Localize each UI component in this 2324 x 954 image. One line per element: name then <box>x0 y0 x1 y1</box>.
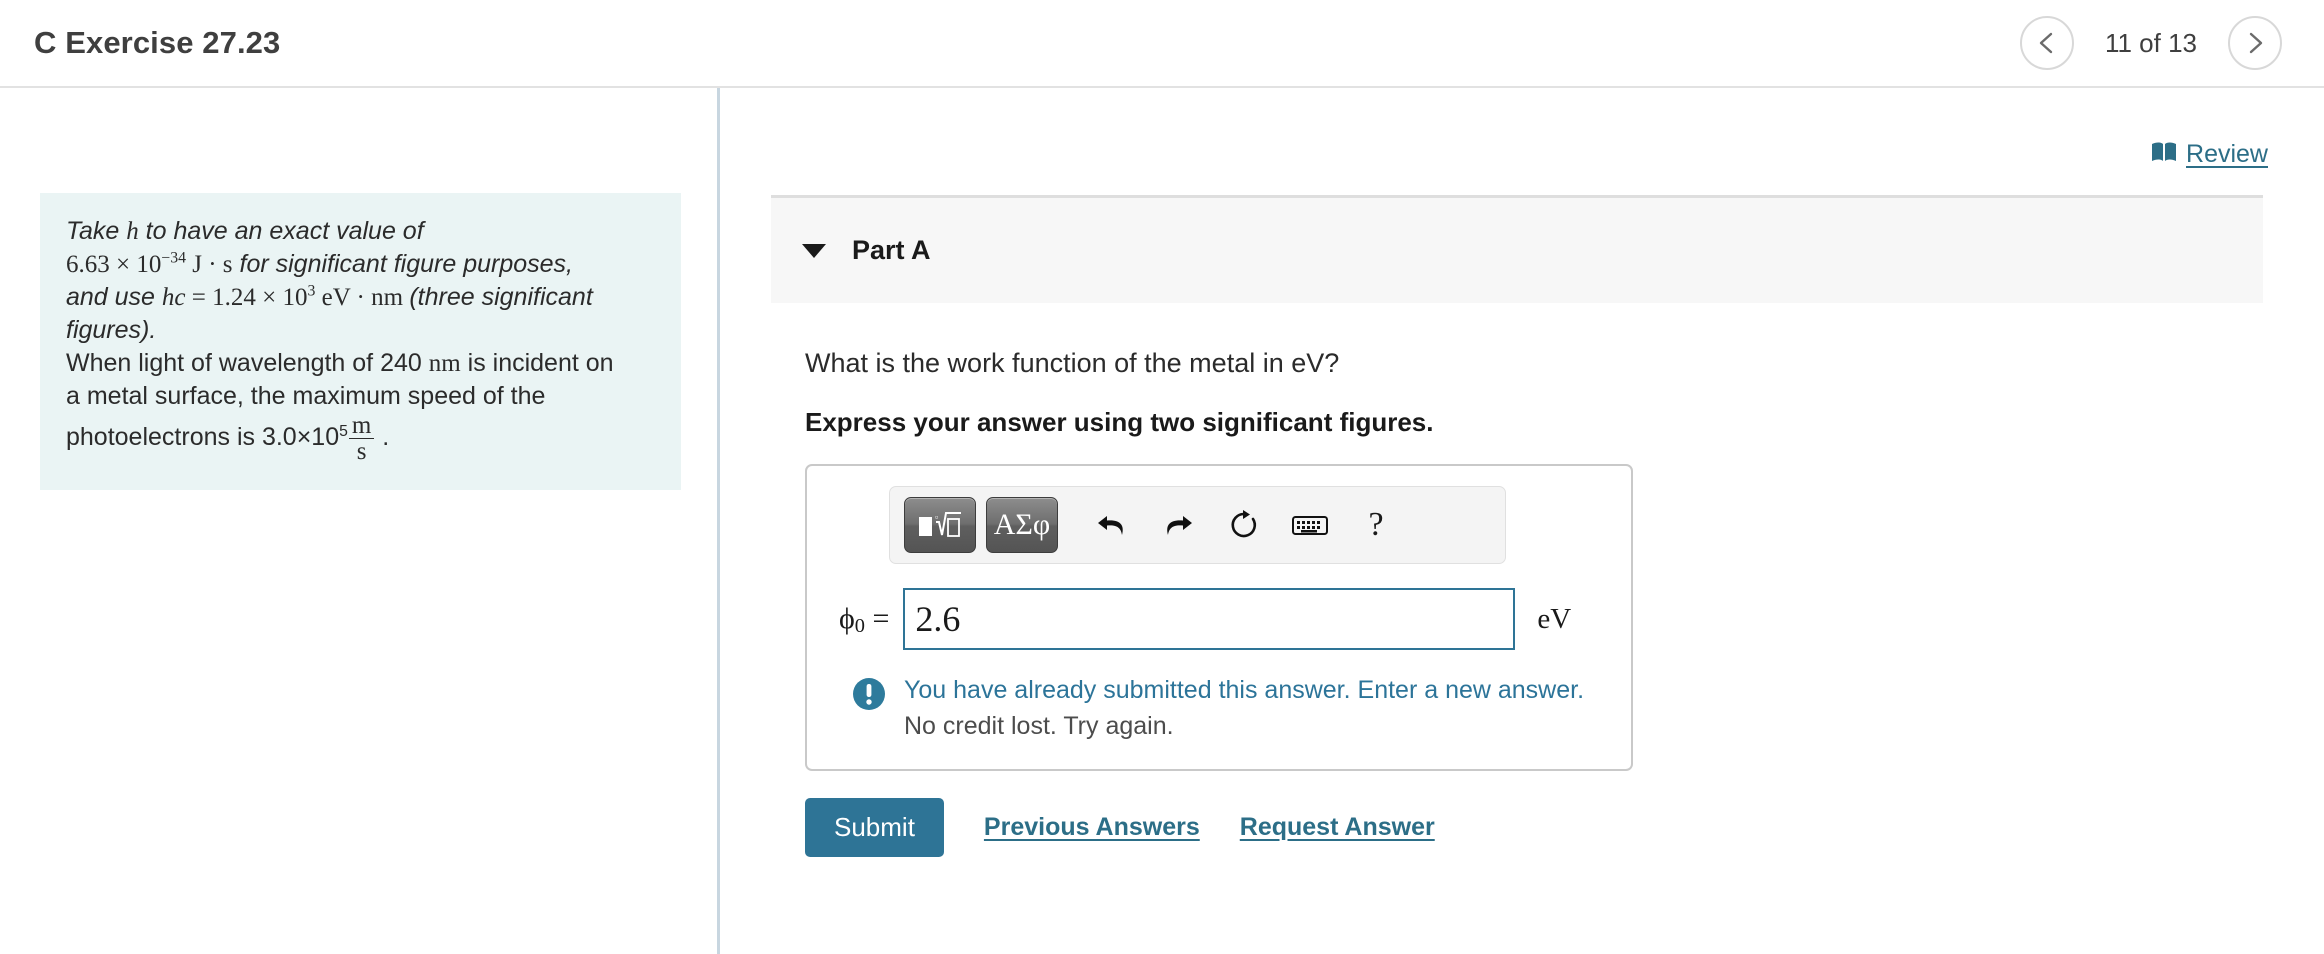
redo-arrow-icon[interactable] <box>1150 497 1206 553</box>
review-row: Review <box>720 88 2324 169</box>
problem-pane: Take h to have an exact value of 6.63 × … <box>0 88 720 954</box>
request-answer-link[interactable]: Request Answer <box>1240 813 1435 842</box>
pagination-count: 11 of 13 <box>2104 27 2198 58</box>
feedback-text-group: You have already submitted this answer. … <box>904 674 1584 743</box>
keyboard-icon[interactable] <box>1282 497 1338 553</box>
undo-arrow-icon[interactable] <box>1084 497 1140 553</box>
problem-statement: Take h to have an exact value of 6.63 × … <box>40 193 681 490</box>
svg-text:▫: ▫ <box>935 512 938 522</box>
answer-variable-label: ϕ0 = <box>839 602 890 638</box>
action-row: Submit Previous Answers Request Answer <box>805 798 2324 858</box>
problem-body-nm: nm <box>428 350 461 377</box>
problem-symbol-hc: hc <box>161 284 186 311</box>
problem-hc-units: eV · nm <box>315 284 410 311</box>
reset-circle-icon[interactable] <box>1216 497 1272 553</box>
answer-widget: ▫ ΑΣφ ? ϕ0 = 2.6 eV You have already sub… <box>805 464 1633 772</box>
exclamation-circle-icon <box>851 676 887 717</box>
problem-body-line3: photoelectrons is 3.0×10 <box>66 423 340 452</box>
help-button[interactable]: ? <box>1348 497 1404 553</box>
content-area: Take h to have an exact value of 6.63 × … <box>0 88 2324 954</box>
problem-units-numerator: m <box>351 412 372 439</box>
problem-text-phrase1: for significant figure purposes, <box>232 250 574 278</box>
answer-input[interactable]: 2.6 <box>903 588 1516 651</box>
math-template-icon[interactable]: ▫ <box>904 497 976 554</box>
instruction-text: Express your answer using two significan… <box>805 407 1434 438</box>
review-label: Review <box>2186 140 2268 168</box>
answer-feedback: You have already submitted this answer. … <box>829 674 1609 743</box>
problem-body-end: . <box>375 423 390 452</box>
submit-button[interactable]: Submit <box>805 798 944 858</box>
problem-text-intro-a: Take <box>66 217 127 245</box>
previous-answers-link[interactable]: Previous Answers <box>984 813 1200 842</box>
problem-symbol-hbar: h <box>126 218 139 245</box>
problem-h-units: J · s <box>186 251 233 278</box>
feedback-secondary-text: No credit lost. Try again. <box>904 711 1174 740</box>
problem-body-units: ms <box>348 412 375 464</box>
chevron-left-icon <box>2036 30 2058 56</box>
problem-body-line2: a metal surface, the maximum speed of th… <box>66 382 546 410</box>
next-exercise-button[interactable] <box>2228 16 2282 70</box>
part-a-label: Part A <box>852 235 931 265</box>
problem-h-exponent: −34 <box>161 249 186 267</box>
caret-down-icon[interactable] <box>802 243 826 258</box>
answer-input-row: ϕ0 = 2.6 eV <box>829 588 1609 651</box>
math-toolbar: ▫ ΑΣφ ? <box>889 486 1506 565</box>
previous-exercise-button[interactable] <box>2020 16 2074 70</box>
app-header: C Exercise 27.23 11 of 13 <box>0 0 2324 88</box>
problem-text-phrase2: and use <box>66 283 162 311</box>
part-a-header[interactable]: Part A <box>771 195 2263 303</box>
problem-h-value: 6.63 × 10 <box>66 251 162 278</box>
pagination-nav: 11 of 13 <box>2020 16 2294 70</box>
problem-body-line1b: is incident on <box>460 349 614 377</box>
greek-symbols-button[interactable]: ΑΣφ <box>986 497 1058 554</box>
variable-symbol: ϕ <box>839 602 855 636</box>
answer-unit-label: eV <box>1537 602 1572 635</box>
problem-text-intro-b: to have an exact value of <box>138 217 424 245</box>
book-icon <box>2151 140 2177 169</box>
problem-hc-value: = 1.24 × 10 <box>185 284 308 311</box>
problem-body-line1: When light of wavelength of 240 <box>66 349 429 377</box>
variable-subscript: 0 <box>854 615 865 638</box>
review-link[interactable]: Review <box>2151 140 2268 169</box>
answer-pane: Review Part A What is the work function … <box>720 88 2324 954</box>
page-title: C Exercise 27.23 <box>34 25 281 60</box>
part-a-body: What is the work function of the metal i… <box>720 346 2324 858</box>
problem-units-denominator: s <box>348 438 375 464</box>
feedback-primary-text: You have already submitted this answer. … <box>904 676 1585 705</box>
variable-equals: = <box>865 602 890 636</box>
problem-body-exponent: 5 <box>339 422 348 440</box>
question-text: What is the work function of the metal i… <box>805 348 1340 378</box>
chevron-right-icon <box>2244 30 2266 56</box>
